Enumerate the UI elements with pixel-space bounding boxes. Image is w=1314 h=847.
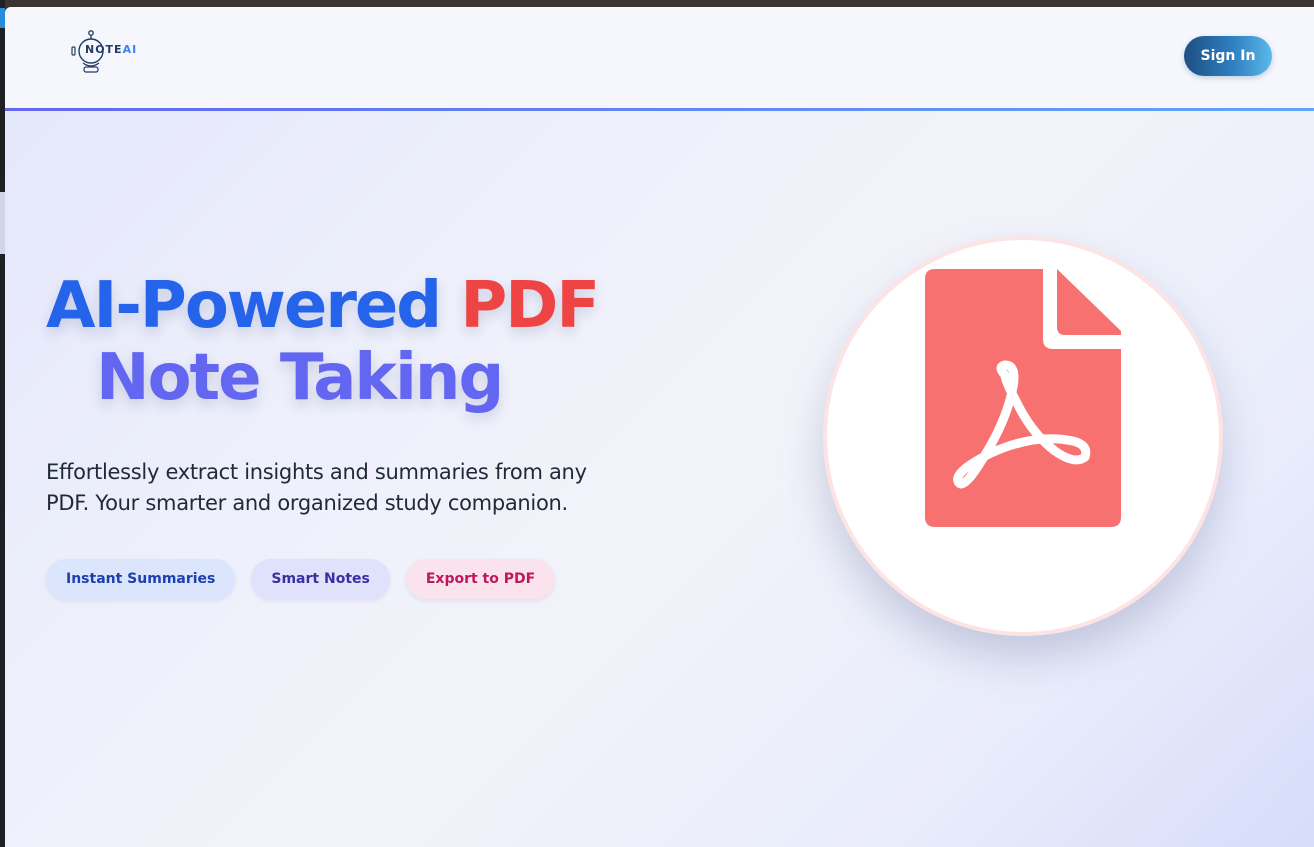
feature-chips: Instant Summaries Smart Notes Export to … — [46, 559, 556, 599]
chip-export-to-pdf[interactable]: Export to PDF — [405, 559, 556, 599]
chip-instant-summaries[interactable]: Instant Summaries — [46, 559, 236, 599]
app-window: NOTEAI Sign In AI-Powered PDF Note Takin… — [5, 7, 1314, 847]
hero-title-line2: Note Taking — [96, 341, 504, 415]
logo[interactable]: NOTEAI — [71, 29, 151, 75]
navbar: NOTEAI Sign In — [5, 7, 1314, 111]
sign-in-button[interactable]: Sign In — [1184, 36, 1272, 76]
hero-subtitle: Effortlessly extract insights and summar… — [46, 460, 587, 515]
logo-text: NOTEAI — [85, 43, 138, 56]
pdf-file-icon — [925, 269, 1121, 527]
hero-title-part2: PDF — [460, 269, 600, 343]
hero-title-part1: AI-Powered — [46, 269, 442, 343]
hero-title: AI-Powered PDF Note Taking — [46, 270, 686, 414]
chip-smart-notes[interactable]: Smart Notes — [251, 559, 390, 599]
